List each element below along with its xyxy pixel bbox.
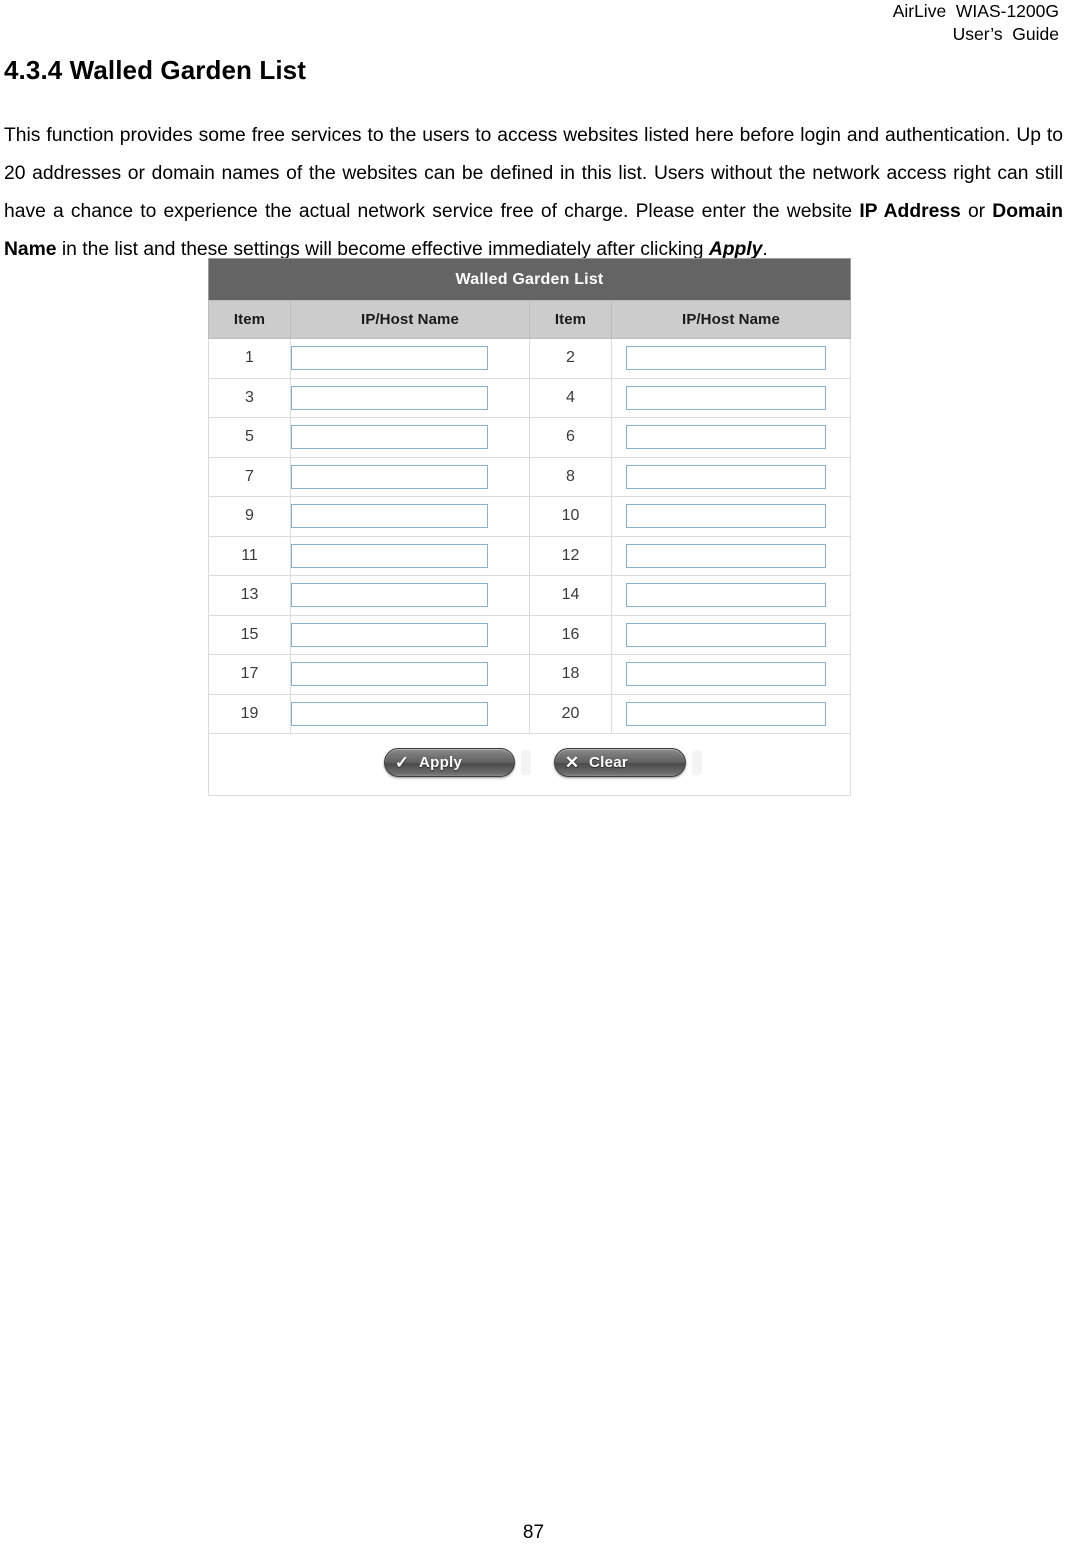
table-row: 9 10 bbox=[208, 496, 851, 537]
host-input-5[interactable] bbox=[291, 425, 488, 450]
panel-button-strip: ✓ Apply ✕ Clear bbox=[208, 734, 851, 796]
walled-garden-table: Item IP/Host Name Item IP/Host Name 1234… bbox=[208, 300, 851, 734]
table-row: 15 16 bbox=[208, 614, 851, 655]
host-input-3[interactable] bbox=[291, 385, 488, 410]
host-input-16[interactable] bbox=[626, 622, 826, 647]
host-field-cell-left bbox=[290, 377, 530, 418]
item-number-left: 5 bbox=[208, 417, 291, 458]
host-field-cell-right bbox=[611, 693, 851, 734]
host-input-4[interactable] bbox=[626, 385, 826, 410]
host-field-cell-right bbox=[611, 338, 851, 379]
button-shadow-decoration-left bbox=[521, 750, 531, 775]
apply-button[interactable]: ✓ Apply bbox=[384, 748, 515, 777]
host-input-11[interactable] bbox=[291, 543, 488, 568]
column-header-host-right: IP/Host Name bbox=[611, 300, 851, 339]
item-number-left: 11 bbox=[208, 535, 291, 576]
host-field-cell-left bbox=[290, 456, 530, 497]
item-number-right: 16 bbox=[529, 614, 612, 655]
item-number-right: 14 bbox=[529, 575, 612, 616]
table-row: 34 bbox=[208, 377, 851, 418]
table-row: 78 bbox=[208, 456, 851, 497]
clear-button-label: Clear bbox=[589, 754, 629, 771]
apply-button-label: Apply bbox=[419, 754, 463, 771]
host-field-cell-right bbox=[611, 654, 851, 695]
host-field-cell-right bbox=[611, 535, 851, 576]
page-number: 87 bbox=[522, 1522, 545, 1543]
product-name: AirLive WIAS-1200G bbox=[892, 1, 1059, 21]
host-field-cell-left bbox=[290, 654, 530, 695]
host-field-cell-right bbox=[611, 575, 851, 616]
host-field-cell-right bbox=[611, 496, 851, 537]
item-number-right: 20 bbox=[529, 693, 612, 734]
item-number-right: 8 bbox=[529, 456, 612, 497]
host-input-18[interactable] bbox=[626, 662, 826, 687]
host-field-cell-left bbox=[290, 614, 530, 655]
term-ip-address: IP Address bbox=[859, 201, 961, 223]
column-header-item-left: Item bbox=[208, 300, 291, 339]
panel-title-bar: Walled Garden List bbox=[208, 258, 851, 300]
host-field-cell-left bbox=[290, 535, 530, 576]
item-number-left: 15 bbox=[208, 614, 291, 655]
host-input-9[interactable] bbox=[291, 504, 488, 529]
column-header-item-right: Item bbox=[529, 300, 612, 339]
item-number-right: 6 bbox=[529, 417, 612, 458]
host-input-20[interactable] bbox=[626, 701, 826, 726]
table-row: 19 20 bbox=[208, 693, 851, 734]
item-number-right: 2 bbox=[529, 338, 612, 379]
item-number-right: 18 bbox=[529, 654, 612, 695]
column-header-host-left: IP/Host Name bbox=[290, 300, 530, 339]
clear-button[interactable]: ✕ Clear bbox=[554, 748, 686, 777]
host-field-cell-right bbox=[611, 417, 851, 458]
description-conjunction: or bbox=[960, 201, 993, 223]
item-number-right: 4 bbox=[529, 377, 612, 418]
table-header-row: Item IP/Host Name Item IP/Host Name bbox=[208, 300, 851, 339]
host-field-cell-left bbox=[290, 417, 530, 458]
item-number-left: 7 bbox=[208, 456, 291, 497]
host-input-14[interactable] bbox=[626, 583, 826, 608]
host-field-cell-right bbox=[611, 377, 851, 418]
table-row: 12 bbox=[208, 338, 851, 379]
host-field-cell-right bbox=[611, 456, 851, 497]
host-field-cell-left bbox=[290, 338, 530, 379]
host-input-8[interactable] bbox=[626, 464, 826, 489]
host-input-13[interactable] bbox=[291, 583, 488, 608]
host-input-2[interactable] bbox=[626, 346, 826, 371]
host-field-cell-left bbox=[290, 693, 530, 734]
host-field-cell-right bbox=[611, 614, 851, 655]
host-input-17[interactable] bbox=[291, 662, 488, 687]
item-number-left: 3 bbox=[208, 377, 291, 418]
page-title: 4.3.4 Walled Garden List bbox=[4, 55, 306, 86]
table-row: 11 12 bbox=[208, 535, 851, 576]
table-row: 13 14 bbox=[208, 575, 851, 616]
host-input-1[interactable] bbox=[291, 346, 488, 371]
walled-garden-panel: Walled Garden List Item IP/Host Name Ite… bbox=[208, 258, 851, 796]
item-number-right: 10 bbox=[529, 496, 612, 537]
button-shadow-decoration-right bbox=[692, 750, 702, 775]
table-row: 17 18 bbox=[208, 654, 851, 695]
host-field-cell-left bbox=[290, 575, 530, 616]
host-input-15[interactable] bbox=[291, 622, 488, 647]
host-input-7[interactable] bbox=[291, 464, 488, 489]
host-input-6[interactable] bbox=[626, 425, 826, 450]
table-body: 1 2 3 4 5 6 7 8 9 10 11 12 13 14 15 16 17 18 19 20 bbox=[208, 338, 851, 734]
section-description: This function provides some free service… bbox=[4, 117, 1063, 269]
item-number-left: 9 bbox=[208, 496, 291, 537]
host-input-12[interactable] bbox=[626, 543, 826, 568]
item-number-left: 1 bbox=[208, 338, 291, 379]
host-input-10[interactable] bbox=[626, 504, 826, 529]
item-number-left: 19 bbox=[208, 693, 291, 734]
document-running-header: AirLive WIAS-1200G User’s Guide bbox=[659, 0, 1059, 46]
item-number-left: 13 bbox=[208, 575, 291, 616]
document-type: User’s Guide bbox=[952, 24, 1059, 44]
host-field-cell-left bbox=[290, 496, 530, 537]
close-icon: ✕ bbox=[564, 753, 580, 772]
check-icon: ✓ bbox=[394, 753, 410, 772]
item-number-right: 12 bbox=[529, 535, 612, 576]
table-row: 56 bbox=[208, 417, 851, 458]
panel-title-label: Walled Garden List bbox=[455, 270, 604, 288]
host-input-19[interactable] bbox=[291, 701, 488, 726]
item-number-left: 17 bbox=[208, 654, 291, 695]
